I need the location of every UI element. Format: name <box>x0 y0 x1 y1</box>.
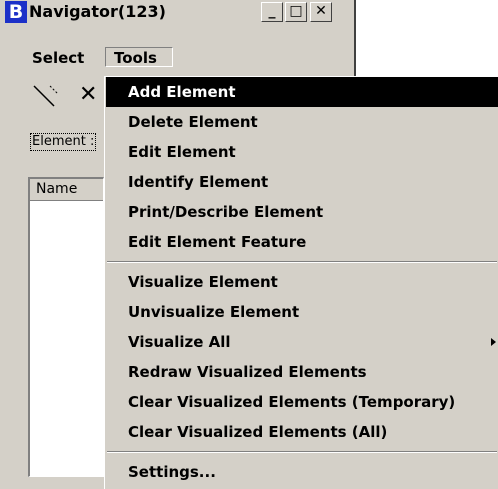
menu-item-clear-visualized-all[interactable]: Clear Visualized Elements (All) <box>106 417 498 447</box>
tools-dropdown-menu: Add Element Delete Element Edit Element … <box>104 76 498 489</box>
line-tool-icon[interactable] <box>32 84 60 112</box>
menu-separator <box>107 451 497 453</box>
menu-item-add-element[interactable]: Add Element <box>106 77 498 107</box>
element-label: Element : <box>30 133 97 151</box>
title-bar[interactable]: B Navigator(123) _ □ ✕ <box>0 0 354 24</box>
menu-item-label: Visualize All <box>128 333 231 351</box>
window-title: Navigator(123) <box>29 2 166 21</box>
menu-item-visualize-element[interactable]: Visualize Element <box>106 267 498 297</box>
menu-item-delete-element[interactable]: Delete Element <box>106 107 498 137</box>
column-header-name[interactable]: Name <box>30 179 103 201</box>
app-logo-icon: B <box>5 1 27 23</box>
menu-bar: Select Tools <box>0 46 354 70</box>
menu-item-visualize-all[interactable]: Visualize All <box>106 327 498 357</box>
element-list[interactable]: Name <box>28 177 104 477</box>
menu-item-edit-element[interactable]: Edit Element <box>106 137 498 167</box>
minimize-button[interactable]: _ <box>261 2 283 22</box>
menu-separator <box>107 261 497 263</box>
menu-item-identify-element[interactable]: Identify Element <box>106 167 498 197</box>
delete-x-icon[interactable]: ✕ <box>79 82 97 108</box>
menu-item-print-describe-element[interactable]: Print/Describe Element <box>106 197 498 227</box>
maximize-button[interactable]: □ <box>285 2 307 22</box>
menu-item-unvisualize-element[interactable]: Unvisualize Element <box>106 297 498 327</box>
menu-select[interactable]: Select <box>26 48 90 68</box>
menu-item-settings[interactable]: Settings... <box>106 457 498 487</box>
close-button[interactable]: ✕ <box>310 2 332 22</box>
menu-item-edit-element-feature[interactable]: Edit Element Feature <box>106 227 498 257</box>
menu-item-clear-visualized-temporary[interactable]: Clear Visualized Elements (Temporary) <box>106 387 498 417</box>
menu-tools[interactable]: Tools <box>105 47 173 67</box>
submenu-arrow-icon <box>491 338 496 346</box>
menu-item-redraw-visualized-elements[interactable]: Redraw Visualized Elements <box>106 357 498 387</box>
